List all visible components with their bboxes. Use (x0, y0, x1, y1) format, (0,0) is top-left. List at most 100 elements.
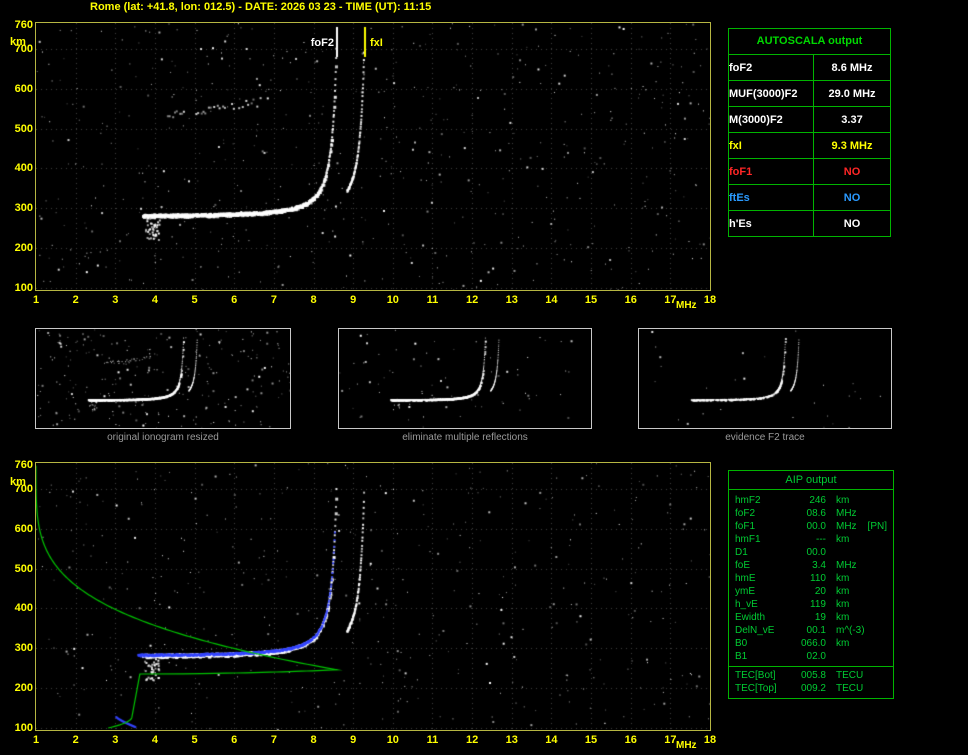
aip-row-label: B0 (735, 638, 748, 649)
aip-row-unit: km (836, 586, 850, 597)
thumbnail-eliminate-reflections-canvas (339, 329, 591, 428)
x-tick-label: 8 (310, 734, 317, 746)
autoscala-row-value: NO (813, 158, 891, 185)
autoscala-row-label: foF1 (728, 158, 814, 185)
aip-row: h_vE 119 km (735, 598, 887, 611)
x-tick-label: 4 (151, 294, 158, 306)
x-tick-label: 15 (584, 294, 598, 306)
autoscala-row: ftEs NO (728, 184, 891, 211)
x-tick-label: 10 (386, 294, 399, 306)
y-tick-label: 200 (14, 682, 33, 695)
x-tick-label: 18 (703, 734, 717, 746)
thumbnail-evidence-f2-caption: evidence F2 trace (725, 432, 805, 443)
ionogram-bottom-canvas (36, 463, 710, 730)
autoscala-row: fxI 9.3 MHz (728, 132, 891, 159)
x-tick-label: 2 (72, 734, 79, 746)
autoscala-row-value: 8.6 MHz (813, 54, 891, 81)
y-tick-label: 100 (14, 282, 33, 294)
autoscala-row-value: 29.0 MHz (813, 80, 891, 107)
y-tick-label: 300 (14, 202, 33, 215)
x-tick-label: 16 (624, 734, 637, 746)
x-tick-label: 6 (231, 294, 238, 306)
aip-row-value: 00.0 (806, 521, 826, 532)
fof2-marker-label: foF2 (310, 37, 334, 49)
x-tick-label: 1 (32, 734, 40, 746)
autoscala-row-value: 3.37 (813, 106, 891, 133)
x-tick-label: 13 (505, 734, 518, 746)
aip-row: Ewidth 19 km (735, 611, 887, 624)
autoscala-row-value: NO (813, 184, 891, 211)
aip-row-value: 00.0 (806, 547, 826, 558)
aip-row-unit: m^(-3) (836, 625, 865, 636)
aip-row: TEC[Top] 009.2 TECU (735, 682, 887, 695)
autoscala-row: MUF(3000)F2 29.0 MHz (728, 80, 891, 107)
x-tick-label: 6 (231, 734, 238, 746)
aip-row-label: Ewidth (735, 612, 766, 623)
aip-rows: hmF2 246 km foF2 08.6 MHz foF1 00.0 MHz [PN] hmF1 -… (729, 490, 893, 666)
thumbnail-evidence-f2 (638, 328, 892, 429)
autoscala-row-label: ftEs (728, 184, 814, 211)
x-tick-label: 5 (191, 734, 198, 746)
aip-row-label: TEC[Top] (735, 683, 777, 694)
x-tick-label: 8 (310, 294, 317, 306)
autoscala-row-label: M(3000)F2 (728, 106, 814, 133)
y-tick-label: 760 (14, 18, 33, 31)
thumbnail-original-ionogram (35, 328, 291, 429)
aip-row-unit: km (836, 534, 850, 545)
x-tick-label: 15 (584, 734, 598, 746)
aip-row: B1 02.0 (735, 650, 887, 663)
thumbnail-eliminate-reflections-caption: eliminate multiple reflections (402, 432, 528, 443)
aip-row-label: h_vE (735, 599, 758, 610)
y-tick-label: 500 (14, 562, 33, 575)
y-tick-label: 200 (14, 242, 33, 255)
aip-row-label: B1 (735, 651, 748, 662)
x-axis-unit-label: MHz (676, 300, 697, 311)
aip-row: foE 3.4 MHz (735, 559, 887, 572)
aip-row-value: 08.6 (806, 508, 826, 519)
aip-row-value: 246 (809, 495, 826, 506)
aip-row-unit: km (836, 495, 850, 506)
autoscala-row-label: MUF(3000)F2 (728, 80, 814, 107)
x-tick-label: 13 (505, 294, 518, 306)
aip-row-value: 119 (810, 599, 826, 610)
aip-row-unit: TECU (836, 670, 864, 681)
autoscala-row-value: NO (813, 210, 891, 237)
aip-row-value: 005.8 (800, 670, 826, 681)
y-tick-label: 600 (14, 82, 33, 95)
x-tick-label: 3 (112, 294, 119, 306)
x-axis-unit-label: MHz (676, 740, 697, 751)
aip-row: hmF2 246 km (735, 494, 887, 507)
station-date-title: Rome (lat: +41.8, lon: 012.5) - DATE: 20… (90, 1, 432, 13)
ionogram-bottom-plot (35, 462, 711, 731)
aip-row-value: 20 (814, 586, 826, 597)
autoscala-row-label: h'Es (728, 210, 814, 237)
ionogram-top-canvas (36, 23, 710, 290)
autoscala-row-label: fxI (728, 132, 814, 159)
x-tick-label: 1 (32, 294, 40, 306)
aip-row: DelN_vE 00.1 m^(-3) (735, 624, 887, 637)
aip-row: ymE 20 km (735, 585, 887, 598)
aip-tec-rows: TEC[Bot] 005.8 TECU TEC[Top] 009.2 TECU (729, 666, 893, 698)
autoscala-row: foF2 8.6 MHz (728, 54, 891, 81)
aip-row-label: TEC[Bot] (735, 670, 776, 681)
aip-output-title: AIP output (729, 471, 893, 490)
aip-row-unit: MHz (836, 521, 857, 532)
y-axis-unit-label: km (10, 36, 26, 48)
thumbnail-evidence-f2-canvas (639, 329, 891, 428)
x-tick-label: 12 (465, 294, 479, 306)
y-tick-label: 600 (14, 522, 33, 535)
aip-row-label: hmF2 (735, 495, 761, 506)
x-tick-label: 14 (545, 734, 558, 746)
ionogram-top-plot: foF2 fxI (35, 22, 711, 291)
aip-row: hmE 110 km (735, 572, 887, 585)
thumbnail-eliminate-reflections (338, 328, 592, 429)
aip-row: D1 00.0 (735, 546, 887, 559)
y-tick-label: 400 (14, 602, 33, 615)
autoscala-row-label: foF2 (728, 54, 814, 81)
aip-row-value: 009.2 (800, 683, 826, 694)
y-axis-unit-label: km (10, 476, 26, 488)
aip-row-value: 066.0 (800, 638, 826, 649)
x-tick-label: 16 (624, 294, 637, 306)
aip-row-unit: MHz (836, 508, 857, 519)
aip-row-value: 110 (810, 573, 826, 584)
